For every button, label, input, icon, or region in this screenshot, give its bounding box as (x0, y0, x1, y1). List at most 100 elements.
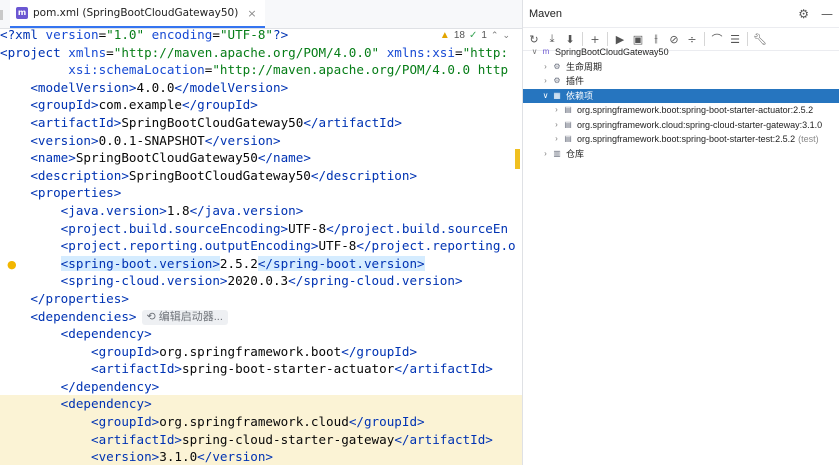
maven-tree-item[interactable]: › ▤ org.springframework.cloud:spring-cloud… (523, 118, 839, 133)
code-token: xsi:schemaLocation (68, 62, 205, 78)
code-token: <spring-boot.version> (60, 255, 220, 271)
code-line[interactable]: <description>SpringBootCloudGateway50</d… (0, 167, 522, 185)
code-token: encoding (144, 27, 213, 42)
code-token: <dependency> (60, 326, 152, 342)
maven-tree-item[interactable]: › ⚙ 生命周期 (523, 60, 839, 75)
code-token: SpringBootCloudGateway50 (121, 114, 304, 130)
code-token: "http://maven.apache.org/POM/4.0.0" (113, 44, 380, 60)
code-line[interactable]: <dependency> (0, 395, 522, 414)
maven-tool-window: Maven ⚙ — ↻ ⤓ ⬇ + ▶ ▣ ⫲ ⊘ ÷ ⌒ ☰ 🔧︎ ∨ m Spr… (523, 0, 839, 465)
chevron-down-icon[interactable]: ∨ (529, 45, 540, 60)
repositories-folder-icon: ▥ (553, 148, 561, 158)
code-token: "http: (462, 44, 509, 60)
chevron-right-icon[interactable]: › (551, 103, 562, 118)
chevron-right-icon[interactable]: › (540, 74, 551, 89)
code-line[interactable]: <spring-cloud.version>2020.0.3</spring-c… (0, 272, 522, 290)
scrollbar-marker[interactable] (515, 149, 520, 169)
code-token: <groupId> (91, 414, 160, 430)
maven-tree-label: org.springframework.cloud:spring-cloud-s… (577, 119, 823, 130)
code-token: 0.0.1-SNAPSHOT (98, 132, 205, 148)
code-line[interactable]: <properties> (0, 184, 522, 202)
maven-tree-item[interactable]: › ▤ org.springframework.boot:spring-boot-s… (523, 132, 839, 147)
code-line[interactable]: </properties> (0, 290, 522, 308)
code-token: </artifactId> (303, 114, 402, 130)
code-token: "UTF-8" (219, 27, 274, 42)
maven-tree-item[interactable]: › ▥ 仓库 (523, 147, 839, 162)
code-token: <artifactId> (91, 361, 182, 377)
maven-tree-item[interactable]: ∨ ▦ 依赖项 (523, 88, 839, 104)
code-token: "http://maven.apache.org/POM/4.0.0 http (212, 62, 509, 78)
gear-icon[interactable]: ⚙ (798, 7, 809, 21)
tab-pom-xml[interactable]: m pom.xml (SpringBootCloudGateway50) × (10, 0, 265, 28)
code-line[interactable]: <groupId>com.example</groupId> (0, 96, 522, 114)
lightbulb-icon[interactable]: ● (7, 258, 17, 271)
code-token: <?xml (0, 27, 46, 42)
code-token: 1.8 (166, 202, 190, 218)
code-line[interactable]: <groupId>org.springframework.boot</group… (0, 343, 522, 361)
chevron-right-icon[interactable]: › (540, 147, 551, 162)
code-line[interactable]: <spring-boot.version>2.5.2</spring-boot.… (0, 255, 522, 273)
maven-tree-label: org.springframework.boot:spring-boot-sta… (577, 134, 796, 144)
code-line[interactable]: <version>0.0.1-SNAPSHOT</version> (0, 132, 522, 150)
code-line[interactable]: <dependencies> ⟲ 编辑启动器... (0, 308, 522, 326)
code-token: <groupId> (30, 97, 99, 113)
code-token: com.example (98, 97, 182, 113)
code-token: </artifactId> (394, 431, 493, 447)
code-token: <modelVersion> (30, 79, 137, 95)
code-token: spring-boot-starter-actuator (182, 361, 395, 377)
code-line[interactable]: <?xml version="1.0" encoding="UTF-8"?> (0, 26, 522, 44)
code-token: org.springframework.boot (159, 343, 342, 359)
minimize-icon[interactable]: — (821, 7, 833, 21)
editor-panel[interactable]: m pom.xml (SpringBootCloudGateway50) × ▲… (0, 0, 522, 465)
chevron-right-icon[interactable]: › (540, 60, 551, 75)
chevron-right-icon[interactable]: › (551, 132, 562, 147)
maven-tree-label: 插件 (566, 76, 585, 86)
code-line[interactable]: <name>SpringBootCloudGateway50</name> (0, 149, 522, 167)
code-line[interactable]: <artifactId>spring-cloud-starter-gateway… (0, 430, 522, 449)
chevron-right-icon[interactable]: › (551, 118, 562, 133)
toolbar-separator (582, 32, 583, 46)
code-token: <version> (30, 132, 99, 148)
code-line[interactable]: <java.version>1.8</java.version> (0, 202, 522, 220)
code-line[interactable]: <project xmlns="http://maven.apache.org/… (0, 44, 522, 62)
spring-leaf-icon: ⟲ (146, 310, 156, 323)
dependencies-folder-icon: ▦ (553, 90, 561, 100)
code-token: </name> (257, 150, 311, 166)
code-token: <description> (30, 167, 129, 183)
tab-bar-marker (0, 10, 3, 20)
maven-tree-item[interactable]: › ⚙ 插件 (523, 74, 839, 89)
maven-tree-label: 依赖项 (566, 90, 594, 101)
code-line[interactable]: <project.build.sourceEncoding>UTF-8</pro… (0, 220, 522, 238)
code-line[interactable]: <project.reporting.outputEncoding>UTF-8<… (0, 237, 522, 255)
code-line[interactable]: <dependency> (0, 325, 522, 343)
plugins-folder-icon: ⚙ (553, 76, 561, 85)
code-line[interactable]: <artifactId>SpringBootCloudGateway50</ar… (0, 114, 522, 132)
code-line[interactable]: <artifactId>spring-boot-starter-actuator… (0, 360, 522, 378)
code-line[interactable]: <version>3.1.0</version> (0, 448, 522, 465)
code-area[interactable]: <?xml version="1.0" encoding="UTF-8"?> <p… (0, 26, 522, 465)
maven-tree-label: 仓库 (566, 148, 585, 159)
maven-tree-item[interactable]: › ▤ org.springframework.boot:spring-boot-s… (523, 103, 839, 118)
code-line[interactable]: <modelVersion>4.0.0</modelVersion> (0, 79, 522, 97)
code-line[interactable]: <groupId>org.springframework.cloud</grou… (0, 413, 522, 431)
close-icon[interactable]: × (247, 7, 256, 20)
code-line[interactable]: xsi:schemaLocation="http://maven.apache.… (0, 61, 522, 79)
code-line[interactable]: </dependency> (0, 378, 522, 396)
editor-tab-bar: m pom.xml (SpringBootCloudGateway50) × (0, 0, 522, 29)
code-token: version (45, 27, 99, 42)
maven-tree-label: org.springframework.boot:spring-boot-sta… (577, 105, 814, 115)
maven-tree-item[interactable]: ∨ m SpringBootCloudGateway50 (523, 45, 839, 60)
edit-starters-hint[interactable]: ⟲ 编辑启动器... (141, 309, 228, 325)
code-token: spring-cloud-starter-gateway (182, 431, 395, 447)
code-token: </java.version> (189, 202, 304, 218)
code-token: "1.0" (106, 27, 145, 42)
library-icon: ▤ (564, 134, 572, 143)
chevron-down-icon[interactable]: ∨ (540, 89, 551, 104)
